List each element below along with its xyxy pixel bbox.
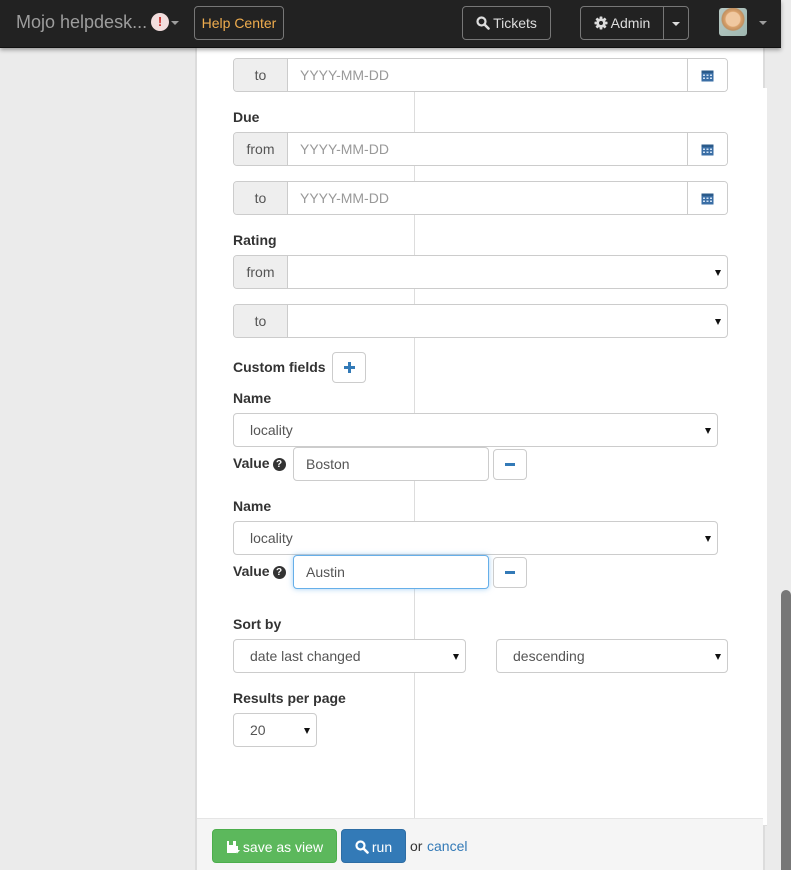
calendar-icon: [701, 70, 714, 81]
dropdown-arrow-icon: [304, 728, 310, 734]
brand-dropdown[interactable]: Mojo helpdesk...: [16, 12, 147, 33]
created-to-addon: to: [234, 59, 288, 91]
custom-field-value-label: Value?: [233, 563, 286, 579]
custom-field-value-label: Value?: [233, 455, 286, 471]
custom-fields-label: Custom fields: [233, 359, 326, 375]
created-to-input[interactable]: [288, 59, 687, 91]
save-icon: [226, 841, 240, 854]
minus-icon: [505, 463, 515, 466]
created-to-group: to: [233, 58, 728, 92]
dropdown-arrow-icon: [715, 270, 721, 276]
custom-field-value-input[interactable]: [293, 555, 489, 589]
rating-label: Rating: [233, 232, 277, 248]
chevron-down-icon: [672, 22, 680, 27]
calendar-icon: [701, 193, 714, 204]
chevron-down-icon[interactable]: [759, 21, 767, 25]
save-as-view-label: save as view: [242, 839, 324, 855]
due-label: Due: [233, 109, 260, 125]
due-from-input[interactable]: [288, 133, 687, 165]
due-to-addon: to: [234, 182, 288, 214]
custom-field-name-label: Name: [233, 498, 272, 514]
help-center-button[interactable]: Help Center: [194, 6, 284, 40]
rating-to-group: to: [233, 304, 728, 338]
user-avatar[interactable]: [719, 8, 747, 36]
search-icon: [355, 840, 369, 854]
rating-from-group: from: [233, 255, 728, 289]
chevron-down-icon[interactable]: [171, 21, 179, 25]
search-icon: [476, 16, 490, 30]
dropdown-arrow-icon: [715, 319, 721, 325]
alert-icon[interactable]: !: [151, 13, 169, 31]
calendar-button[interactable]: [687, 182, 727, 214]
dropdown-arrow-icon: [453, 654, 459, 660]
custom-field-name-label: Name: [233, 390, 272, 406]
cancel-link[interactable]: cancel: [427, 838, 467, 854]
tickets-label: Tickets: [493, 15, 537, 31]
rating-from-addon: from: [234, 256, 288, 288]
due-from-group: from: [233, 132, 728, 166]
sort-field-select[interactable]: date last changed: [233, 639, 466, 673]
results-per-page-select[interactable]: 20: [233, 713, 317, 747]
sort-by-label: Sort by: [233, 616, 282, 632]
add-custom-field-button[interactable]: [332, 352, 366, 383]
run-label: run: [371, 839, 393, 855]
due-to-group: to: [233, 181, 728, 215]
minus-icon: [505, 571, 515, 574]
tickets-button[interactable]: Tickets: [462, 6, 551, 40]
remove-custom-field-button[interactable]: [493, 557, 527, 588]
admin-label: Admin: [610, 15, 651, 31]
custom-field-name-select[interactable]: locality: [233, 521, 718, 555]
calendar-button[interactable]: [687, 59, 727, 91]
due-to-input[interactable]: [288, 182, 687, 214]
rating-from-select[interactable]: [288, 256, 727, 288]
question-circle-icon[interactable]: ?: [272, 566, 286, 579]
save-as-view-button[interactable]: save as view: [212, 829, 337, 863]
scrollbar-thumb[interactable]: [781, 590, 791, 870]
rating-to-select[interactable]: [288, 305, 727, 337]
rating-to-addon: to: [234, 305, 288, 337]
sort-order-select[interactable]: descending: [496, 639, 728, 673]
results-per-page-label: Results per page: [233, 690, 346, 706]
dropdown-arrow-icon: [705, 428, 711, 434]
remove-custom-field-button[interactable]: [493, 449, 527, 480]
dropdown-arrow-icon: [715, 654, 721, 660]
custom-field-name-select[interactable]: locality: [233, 413, 718, 447]
calendar-icon: [701, 144, 714, 155]
run-button[interactable]: run: [341, 829, 406, 863]
admin-dropdown-toggle[interactable]: [663, 6, 689, 40]
plus-icon: [343, 362, 355, 373]
gear-icon: [594, 16, 608, 30]
top-navbar: Mojo helpdesk... ! Help Center Tickets A…: [0, 0, 781, 48]
or-text: or: [410, 838, 423, 854]
question-circle-icon[interactable]: ?: [272, 458, 286, 471]
admin-button[interactable]: Admin: [580, 6, 664, 40]
dropdown-arrow-icon: [705, 536, 711, 542]
due-from-addon: from: [234, 133, 288, 165]
calendar-button[interactable]: [687, 133, 727, 165]
custom-field-value-input[interactable]: [293, 447, 489, 481]
